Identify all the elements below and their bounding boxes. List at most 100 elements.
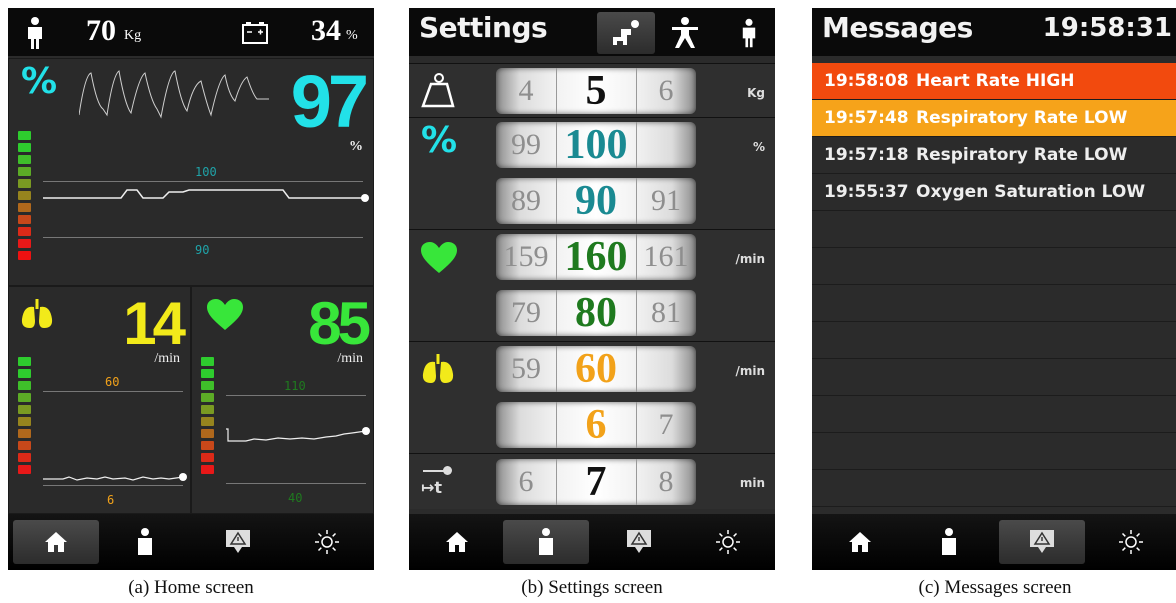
- message-item[interactable]: 19:58:08 Heart Rate HIGH: [812, 63, 1176, 100]
- resp-low-prev[interactable]: [496, 402, 556, 448]
- time-current[interactable]: 7: [556, 459, 636, 505]
- nav-settings-button[interactable]: [685, 520, 771, 564]
- nav-profile-button[interactable]: [503, 520, 589, 564]
- timer-icon: ↦t: [419, 464, 459, 500]
- resp-low-current[interactable]: 6: [556, 402, 636, 448]
- heart-low-current[interactable]: 80: [556, 290, 636, 336]
- spo2-lower-line: [43, 237, 363, 238]
- heart-high-prev[interactable]: 159: [496, 234, 556, 280]
- person-icon: [742, 18, 756, 48]
- spo2-high-prev[interactable]: 99: [496, 122, 556, 168]
- heart-lower-threshold: 40: [288, 491, 303, 505]
- heart-low-prev[interactable]: 79: [496, 290, 556, 336]
- resp-lower-line: [43, 485, 183, 486]
- heart-low-next[interactable]: 81: [636, 290, 696, 336]
- time-prev[interactable]: 6: [496, 459, 556, 505]
- time-next[interactable]: 8: [636, 459, 696, 505]
- home-screen: 70 Kg 34 % % 97 % 100 90 14 /min 60 6 85…: [8, 8, 374, 570]
- spo2-icon: %: [421, 120, 458, 161]
- caption-home: (a) Home screen: [128, 577, 254, 598]
- spo2-low-current[interactable]: 90: [556, 178, 636, 224]
- message-item[interactable]: 19:57:18 Respiratory Rate LOW: [812, 137, 1176, 174]
- heart-low-picker[interactable]: 79 80 81: [496, 290, 696, 336]
- time-picker[interactable]: 6 7 8: [496, 459, 696, 505]
- nav-bar: [812, 514, 1176, 570]
- resp-low-picker[interactable]: 6 7: [496, 402, 696, 448]
- messages-header: Messages 19:58:31: [812, 8, 1176, 56]
- heart-icon: [421, 242, 457, 273]
- resp-high-next[interactable]: [636, 346, 696, 392]
- pleth-waveform: [79, 70, 269, 119]
- sun-settings-icon: [716, 530, 740, 554]
- mode-tab-child[interactable]: [665, 12, 705, 54]
- empty-row: [812, 359, 1176, 396]
- message-time: 19:58:08: [824, 71, 909, 91]
- nav-home-button[interactable]: [817, 520, 903, 564]
- home-icon: [45, 532, 67, 552]
- empty-row: [812, 470, 1176, 507]
- heart-upper-threshold: 110: [284, 379, 306, 393]
- nav-messages-button[interactable]: [596, 520, 682, 564]
- empty-row: [812, 211, 1176, 248]
- heart-panel[interactable]: 85 /min 110 40: [191, 286, 374, 514]
- resp-high-picker[interactable]: 59 60: [496, 346, 696, 392]
- nav-settings-button[interactable]: [284, 520, 370, 564]
- weight-unit: Kg: [124, 28, 142, 43]
- empty-row: [812, 396, 1176, 433]
- message-time: 19:57:48: [824, 108, 909, 128]
- nav-bar: [409, 514, 775, 570]
- message-item[interactable]: 19:55:37 Oxygen Saturation LOW: [812, 174, 1176, 211]
- resp-value: 14: [123, 290, 186, 357]
- battery-unit: %: [346, 28, 358, 43]
- spo2-low-next[interactable]: 91: [636, 178, 696, 224]
- mode-tab-active[interactable]: [597, 12, 655, 54]
- spo2-high-current[interactable]: 100: [556, 122, 636, 168]
- battery-value: 34: [311, 14, 341, 47]
- message-list: 19:58:08 Heart Rate HIGH 19:57:48 Respir…: [812, 63, 1176, 513]
- battery-icon: [242, 22, 268, 44]
- heart-high-picker[interactable]: 159 160 161: [496, 234, 696, 280]
- weight-value: 70: [86, 14, 116, 47]
- empty-row: [812, 322, 1176, 359]
- nav-profile-button[interactable]: [906, 520, 992, 564]
- spo2-low-picker[interactable]: 89 90 91: [496, 178, 696, 224]
- weight-prev[interactable]: 4: [496, 68, 556, 114]
- nav-home-button[interactable]: [414, 520, 500, 564]
- nav-messages-button[interactable]: [195, 520, 281, 564]
- nav-home-button[interactable]: [13, 520, 99, 564]
- message-text: Respiratory Rate LOW: [916, 108, 1128, 128]
- message-item[interactable]: 19:57:48 Respiratory Rate LOW: [812, 100, 1176, 137]
- caption-settings: (b) Settings screen: [521, 577, 663, 598]
- weight-picker[interactable]: 4 5 6: [496, 68, 696, 114]
- resp-unit: /min: [735, 364, 765, 378]
- nav-messages-button[interactable]: [999, 520, 1085, 564]
- person-icon: [28, 17, 42, 49]
- spo2-panel[interactable]: % 97 % 100 90: [8, 58, 374, 286]
- sun-settings-icon: [315, 530, 339, 554]
- resp-high-prev[interactable]: 59: [496, 346, 556, 392]
- resp-high-current[interactable]: 60: [556, 346, 636, 392]
- sun-settings-icon: [1119, 530, 1143, 554]
- heart-high-current[interactable]: 160: [556, 234, 636, 280]
- spo2-low-prev[interactable]: 89: [496, 178, 556, 224]
- mode-tab-adult[interactable]: [731, 12, 767, 54]
- weight-current[interactable]: 5: [556, 68, 636, 114]
- caption-messages: (c) Messages screen: [918, 577, 1072, 598]
- resp-low-next[interactable]: 7: [636, 402, 696, 448]
- heart-icon: [207, 299, 243, 330]
- person-icon: [539, 528, 553, 555]
- spo2-high-picker[interactable]: 99 100: [496, 122, 696, 168]
- resp-panel[interactable]: 14 /min 60 6: [8, 286, 191, 514]
- warning-message-icon: [627, 530, 651, 553]
- warning-message-icon: [226, 530, 250, 553]
- warning-message-icon: [1030, 530, 1054, 553]
- message-text: Oxygen Saturation LOW: [916, 182, 1146, 202]
- heart-value: 85: [308, 290, 371, 357]
- heart-high-next[interactable]: 161: [636, 234, 696, 280]
- resp-upper-threshold: 60: [105, 375, 120, 389]
- weight-next[interactable]: 6: [636, 68, 696, 114]
- resp-level-bar: [18, 357, 31, 477]
- spo2-high-next[interactable]: [636, 122, 696, 168]
- nav-settings-button[interactable]: [1088, 520, 1174, 564]
- nav-profile-button[interactable]: [102, 520, 188, 564]
